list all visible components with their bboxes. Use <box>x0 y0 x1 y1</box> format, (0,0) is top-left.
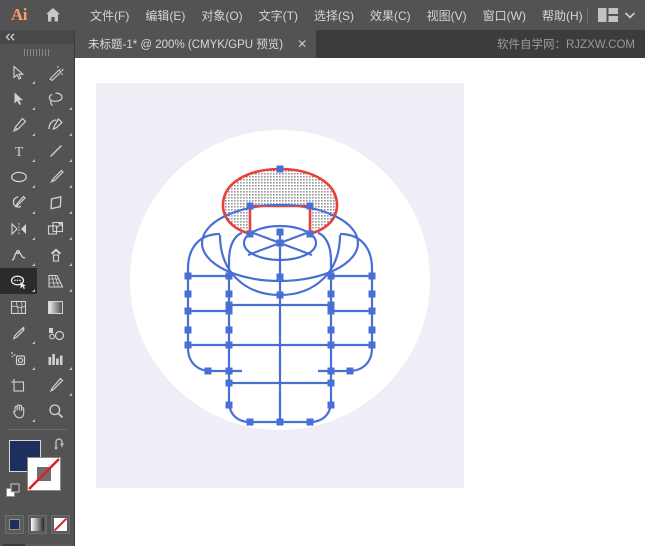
tool-flyout-indicator <box>69 237 72 240</box>
menu-bar: Ai 文件(F) 编辑(E) 对象(O) 文字(T) 选择(S) 效果(C) 视… <box>0 0 645 30</box>
workspace-switcher-icon[interactable] <box>598 8 618 22</box>
color-square-icon <box>9 519 20 530</box>
hand-tool[interactable] <box>0 398 37 424</box>
tool-flyout-indicator <box>32 237 35 240</box>
tool-flyout-indicator <box>69 393 72 396</box>
scale-tool[interactable] <box>37 216 74 242</box>
rotate-tool[interactable] <box>0 216 37 242</box>
shape-builder-tool[interactable] <box>0 268 37 294</box>
paint-mode-row <box>0 515 74 534</box>
tool-flyout-indicator <box>69 133 72 136</box>
panel-collapse-button[interactable] <box>0 30 74 44</box>
panel-drag-handle[interactable] <box>0 44 74 60</box>
tool-flyout-indicator <box>32 185 35 188</box>
fill-stroke-swatches <box>0 435 74 513</box>
none-square-icon <box>54 518 67 531</box>
tool-flyout-indicator <box>32 211 35 214</box>
artboard-tool[interactable] <box>0 372 37 398</box>
document-tab-bar: 未标题-1* @ 200% (CMYK/GPU 预览) ✕ 软件自学网：RJZX… <box>0 30 645 58</box>
tools-panel: T <box>0 30 75 546</box>
grip-dots-icon <box>24 49 50 56</box>
tool-flyout-indicator <box>32 289 35 292</box>
menu-effect[interactable]: 效果(C) <box>362 4 419 27</box>
tool-flyout-indicator <box>32 159 35 162</box>
menu-select[interactable]: 选择(S) <box>306 4 362 27</box>
tool-grid: T <box>0 60 74 424</box>
tool-flyout-indicator <box>32 81 35 84</box>
perspective-grid-tool[interactable] <box>37 268 74 294</box>
slice-tool[interactable] <box>37 372 74 398</box>
menu-type[interactable]: 文字(T) <box>251 4 306 27</box>
tool-flyout-indicator <box>32 341 35 344</box>
pen-tool[interactable] <box>0 112 37 138</box>
menubar-right-group <box>587 0 639 30</box>
chevron-down-icon[interactable] <box>625 6 635 24</box>
menu-object[interactable]: 对象(O) <box>193 4 250 27</box>
tool-flyout-indicator <box>69 185 72 188</box>
close-icon[interactable]: ✕ <box>297 38 307 50</box>
tool-flyout-indicator <box>69 211 72 214</box>
tool-flyout-indicator <box>69 367 72 370</box>
none-mode-button[interactable] <box>51 515 70 534</box>
home-icon[interactable] <box>38 0 68 30</box>
watermark-text: 软件自学网：RJZXW.COM <box>497 30 635 58</box>
magic-wand-tool[interactable] <box>37 60 74 86</box>
gradient-square-icon <box>31 518 44 531</box>
zoom-tool[interactable] <box>37 398 74 424</box>
tool-flyout-indicator <box>32 107 35 110</box>
tool-flyout-indicator <box>69 289 72 292</box>
menu-item-list: 文件(F) 编辑(E) 对象(O) 文字(T) 选择(S) 效果(C) 视图(V… <box>82 4 591 27</box>
artboard[interactable] <box>96 83 464 488</box>
gradient-mode-button[interactable] <box>28 515 47 534</box>
menu-divider <box>587 7 588 23</box>
document-tab[interactable]: 未标题-1* @ 200% (CMYK/GPU 预览) ✕ <box>75 30 316 58</box>
tool-flyout-indicator <box>32 263 35 266</box>
stroke-color-swatch[interactable] <box>27 457 61 491</box>
none-slash-icon <box>28 458 60 490</box>
tool-flyout-indicator <box>69 107 72 110</box>
column-graph-tool[interactable] <box>37 346 74 372</box>
color-mode-button[interactable] <box>5 515 24 534</box>
selection-tool[interactable] <box>0 60 37 86</box>
swap-fill-stroke-icon[interactable] <box>53 438 67 456</box>
blend-tool[interactable] <box>37 320 74 346</box>
tool-flyout-indicator <box>32 367 35 370</box>
svg-text:T: T <box>14 145 23 159</box>
free-transform-tool[interactable] <box>37 242 74 268</box>
tool-flyout-indicator <box>69 159 72 162</box>
menu-edit[interactable]: 编辑(E) <box>137 4 193 27</box>
type-tool[interactable]: T <box>0 138 37 164</box>
document-tab-title: 未标题-1* @ 200% (CMYK/GPU 预览) <box>88 36 283 52</box>
toolbar-divider <box>7 429 67 430</box>
gradient-tool[interactable] <box>37 294 74 320</box>
tool-flyout-indicator <box>69 263 72 266</box>
jacket-artwork[interactable] <box>96 83 464 488</box>
menu-view[interactable]: 视图(V) <box>419 4 475 27</box>
default-fill-stroke-icon[interactable] <box>6 483 22 504</box>
lasso-tool[interactable] <box>37 86 74 112</box>
symbol-sprayer-tool[interactable] <box>0 346 37 372</box>
app-logo: Ai <box>0 0 38 30</box>
mesh-tool[interactable] <box>0 294 37 320</box>
eraser-tool[interactable] <box>37 190 74 216</box>
menu-window[interactable]: 窗口(W) <box>475 4 534 27</box>
width-tool[interactable] <box>0 242 37 268</box>
shaper-tool[interactable] <box>0 190 37 216</box>
curvature-tool[interactable] <box>37 112 74 138</box>
paintbrush-tool[interactable] <box>37 164 74 190</box>
menu-file[interactable]: 文件(F) <box>82 4 137 27</box>
direct-selection-tool[interactable] <box>0 86 37 112</box>
illustrator-window: Ai 文件(F) 编辑(E) 对象(O) 文字(T) 选择(S) 效果(C) 视… <box>0 0 645 546</box>
line-segment-tool[interactable] <box>37 138 74 164</box>
tool-flyout-indicator <box>32 133 35 136</box>
document-canvas[interactable] <box>75 58 645 546</box>
ellipse-tool[interactable] <box>0 164 37 190</box>
eyedropper-tool[interactable] <box>0 320 37 346</box>
menu-help[interactable]: 帮助(H) <box>534 4 591 27</box>
tool-flyout-indicator <box>32 419 35 422</box>
